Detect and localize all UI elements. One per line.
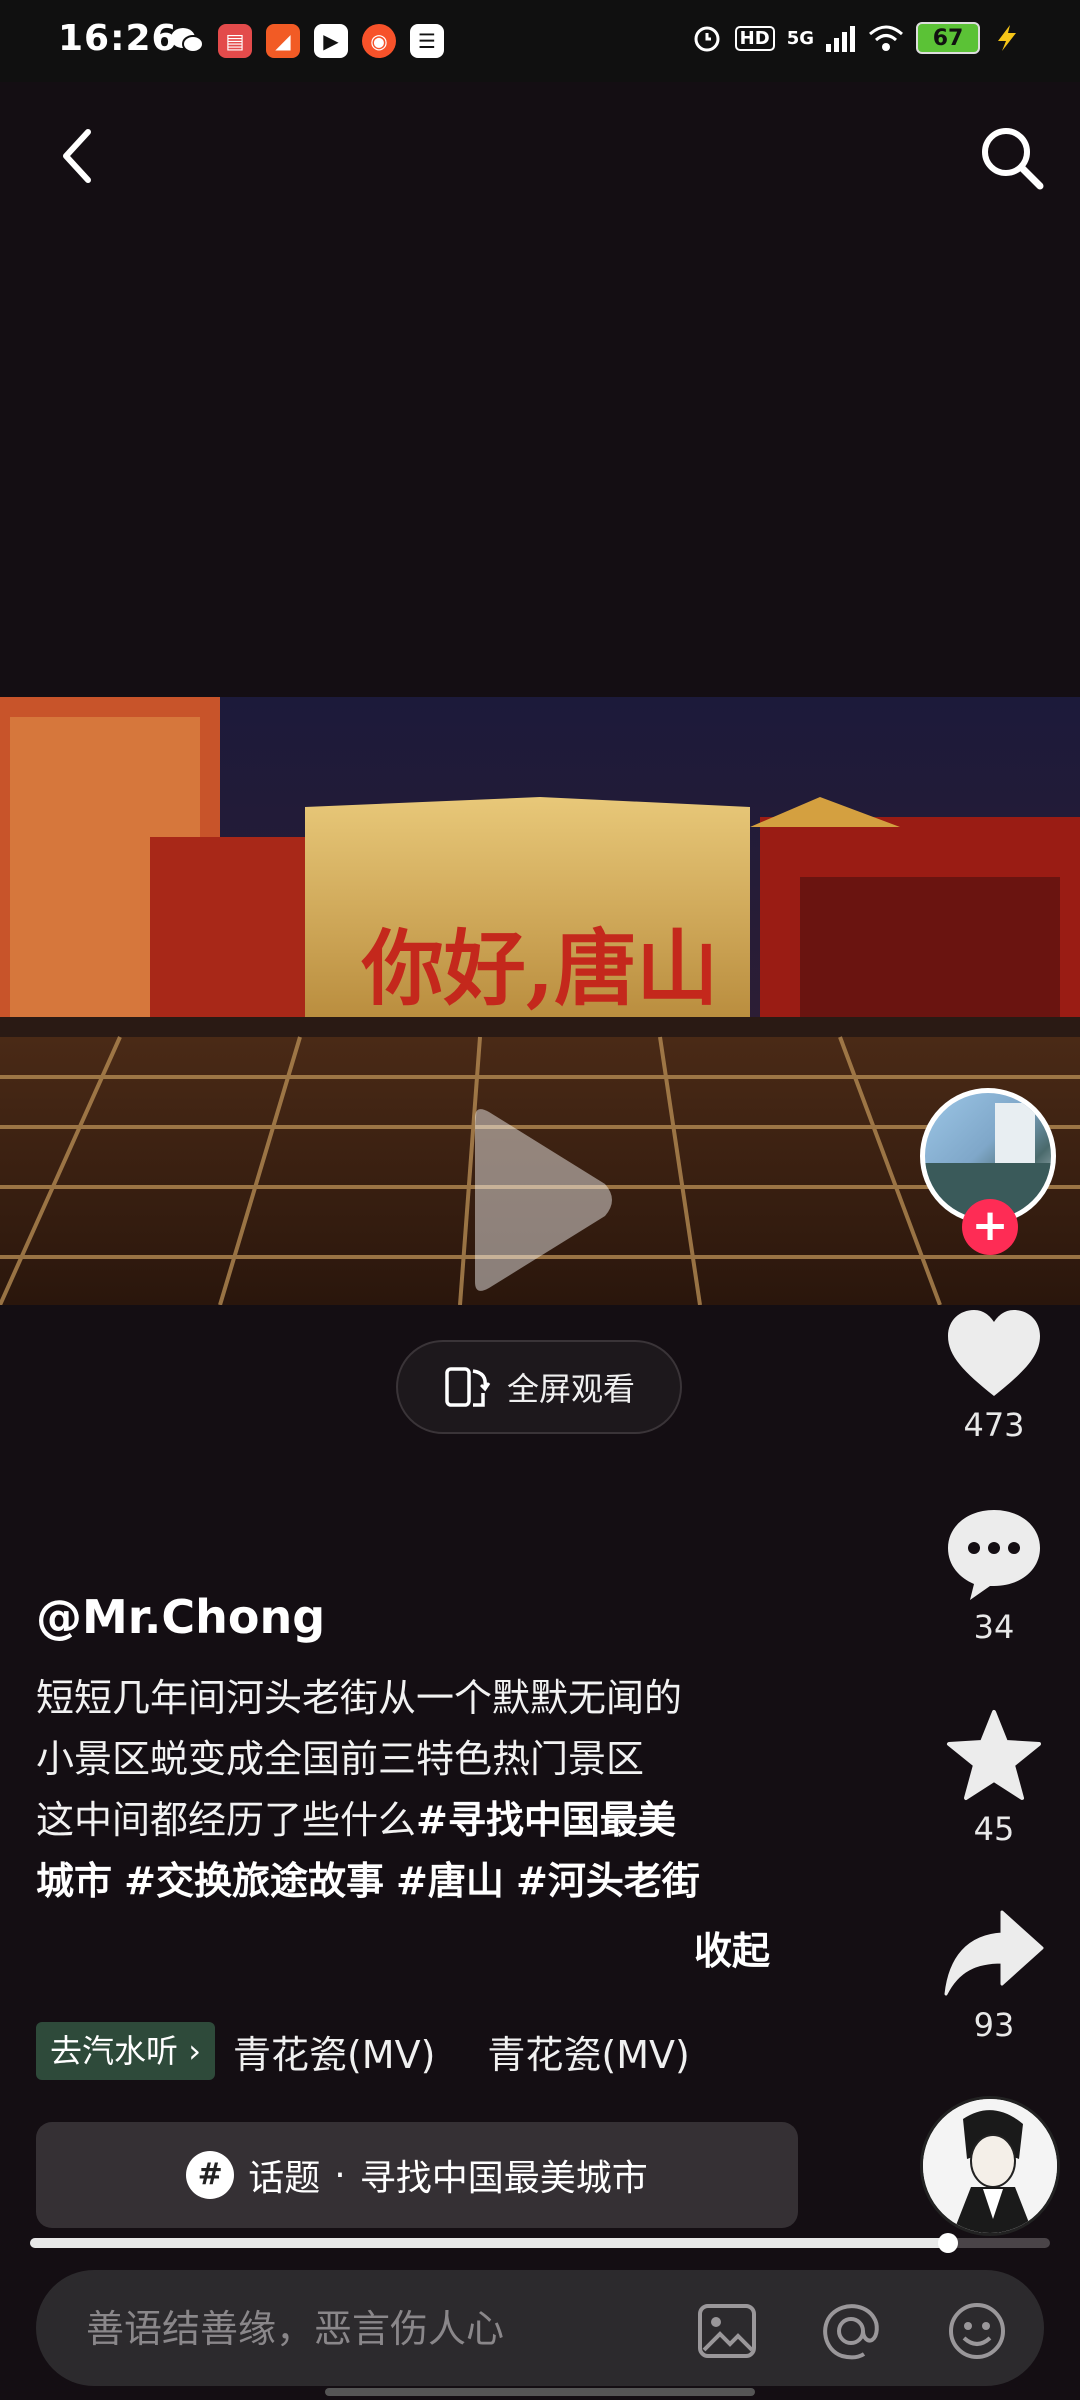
like-button[interactable]: 473 (936, 1308, 1052, 1444)
listen-label: 去汽水听 (50, 2032, 179, 2070)
follow-button[interactable]: + (962, 1199, 1018, 1255)
comment-count: 34 (973, 1608, 1015, 1646)
search-button[interactable] (976, 122, 1046, 192)
hashtag-link-cont[interactable]: 城市 (36, 1859, 112, 1903)
hashtag-link[interactable]: #唐山 (396, 1859, 504, 1903)
progress-fill (30, 2238, 948, 2248)
app-icon-4: ☰ (410, 24, 444, 58)
emoji-icon (949, 2303, 1005, 2359)
video-app-icon: ▶ (314, 24, 348, 58)
hd-badge: HD (734, 25, 775, 51)
app-icon-3: ◉ (362, 24, 396, 58)
play-icon (475, 1109, 612, 1291)
at-icon (823, 2304, 879, 2360)
emoji-button[interactable] (946, 2300, 1008, 2362)
fullscreen-icon (445, 1367, 491, 1407)
back-button[interactable] (52, 124, 108, 188)
charging-icon (998, 25, 1016, 51)
description-line: 短短几年间河头老街从一个默默无闻的 (36, 1676, 683, 1720)
hashtag-link[interactable]: #河头老街 (516, 1859, 700, 1903)
wechat-icon (170, 24, 204, 58)
progress-knob[interactable] (938, 2233, 958, 2253)
topic-name: 寻找中国最美城市 (359, 2158, 648, 2199)
status-bar: 16:26 ▤ ◢ ▶ ◉ ☰ HD 5G 67 (0, 0, 1080, 82)
hashtag-link[interactable]: #寻找中国最美 (416, 1798, 676, 1842)
comment-button[interactable]: 34 (936, 1506, 1052, 1646)
music-track[interactable]: 青花瓷(MV) (233, 2024, 435, 2079)
collapse-button[interactable]: 收起 (694, 1920, 770, 1975)
status-time: 16:26 (58, 18, 178, 59)
music-row: 去汽水听 › 青花瓷(MV) 青花瓷(MV) (36, 2022, 724, 2080)
notification-icons: ▤ ◢ ▶ ◉ ☰ (170, 24, 444, 58)
system-icons: HD 5G 67 (691, 22, 1022, 54)
like-count: 473 (963, 1406, 1025, 1444)
app-icon-1: ▤ (218, 24, 252, 58)
music-track[interactable]: 青花瓷(MV) (487, 2024, 689, 2079)
listen-on-qishui-button[interactable]: 去汽水听 › (36, 2022, 215, 2080)
alarm-icon (694, 26, 720, 52)
chevron-left-icon (63, 129, 91, 183)
image-icon (698, 2304, 756, 2358)
fullscreen-button[interactable]: 全屏观看 (396, 1340, 682, 1434)
favorite-button[interactable]: 45 (936, 1708, 1052, 1848)
comment-input[interactable] (84, 2300, 688, 2358)
author-name[interactable]: @Mr.Chong (36, 1590, 325, 1644)
share-count: 93 (973, 2006, 1015, 2044)
description-line: 小景区蜕变成全国前三特色热门景区 (36, 1737, 645, 1781)
heart-icon (948, 1310, 1040, 1396)
video-sign-text: 你好,唐山 (361, 921, 719, 1017)
signal-icon (826, 26, 855, 52)
search-icon (982, 128, 1044, 190)
wifi-icon (869, 25, 903, 51)
battery-indicator: 67 (916, 22, 980, 54)
topic-label: 话题 (248, 2158, 321, 2199)
network-label: 5G (786, 27, 814, 49)
hashtag-icon: # (186, 2151, 235, 2199)
video-progress-bar[interactable] (30, 2233, 1050, 2253)
play-button[interactable] (455, 1100, 625, 1300)
share-icon (944, 1910, 1044, 1996)
home-indicator (325, 2388, 755, 2396)
mention-button[interactable] (820, 2300, 882, 2362)
image-button[interactable] (696, 2300, 758, 2362)
music-disc-avatar[interactable] (920, 2096, 1060, 2236)
hashtag-link[interactable]: #交换旅途故事 (124, 1859, 384, 1903)
comment-icon (948, 1510, 1040, 1600)
post-description: 短短几年间河头老街从一个默默无闻的 小景区蜕变成全国前三特色热门景区 这中间都经… (36, 1668, 816, 1912)
topic-separator: · (334, 2154, 346, 2196)
topic-bar[interactable]: # 话题 · 寻找中国最美城市 (36, 2122, 798, 2228)
comment-bar (36, 2270, 1044, 2386)
description-line: 这中间都经历了些什么 (36, 1798, 417, 1842)
chevron-right-icon: › (188, 2032, 201, 2070)
share-button[interactable]: 93 (936, 1908, 1052, 2044)
favorite-count: 45 (973, 1810, 1015, 1848)
app-icon-2: ◢ (266, 24, 300, 58)
fullscreen-label: 全屏观看 (506, 1370, 635, 1408)
star-icon (947, 1710, 1041, 1800)
music-disc-image (923, 2099, 1057, 2233)
